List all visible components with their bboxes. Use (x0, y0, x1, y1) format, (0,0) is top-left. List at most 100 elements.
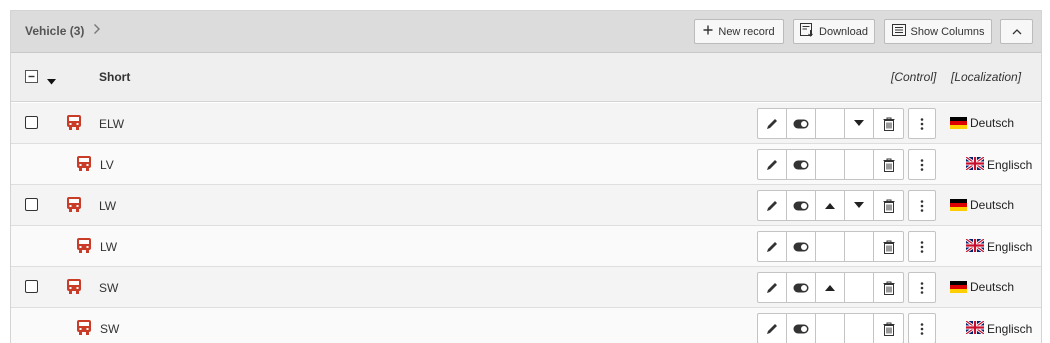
toggle-visibility-button[interactable] (787, 109, 816, 138)
language-indicator: Deutsch (950, 116, 1014, 130)
vehicle-icon (66, 114, 82, 131)
row-short-label[interactable]: SW (100, 322, 119, 336)
row-short-label[interactable]: LW (99, 199, 116, 213)
toggle-icon (793, 201, 809, 210)
table-row: LW Deutsch (11, 185, 1041, 226)
caret-down-icon[interactable] (47, 74, 56, 88)
toggle-icon (793, 324, 809, 333)
ellipsis-vertical-icon (920, 117, 924, 130)
more-options-button[interactable] (908, 231, 936, 262)
new-record-label: New record (718, 25, 775, 38)
delete-button[interactable] (874, 150, 903, 179)
more-options-button[interactable] (908, 190, 936, 221)
uk-flag-icon (965, 319, 985, 337)
row-actions (757, 231, 936, 262)
row-actions (757, 272, 936, 303)
row-short-label[interactable]: ELW (99, 117, 124, 131)
column-header-row: Short [Control] [Localization] (11, 53, 1041, 102)
pencil-icon (767, 323, 777, 334)
select-all-checkbox[interactable] (25, 70, 38, 83)
column-header-localization: [Localization] (951, 70, 1022, 84)
delete-button[interactable] (874, 232, 903, 261)
move-up-button[interactable] (816, 191, 845, 220)
ellipsis-vertical-icon (920, 322, 924, 335)
toggle-visibility-button[interactable] (787, 232, 816, 261)
toggle-visibility-button[interactable] (787, 314, 816, 343)
language-label: Englisch (987, 240, 1033, 254)
language-label: Deutsch (970, 280, 1015, 294)
move-down-button[interactable] (845, 191, 874, 220)
delete-button[interactable] (874, 273, 903, 302)
chevron-right-icon[interactable] (93, 23, 101, 38)
uk-flag-icon (965, 237, 985, 255)
toggle-visibility-button[interactable] (787, 273, 816, 302)
table-row: ELW Deutsch (11, 103, 1041, 144)
more-options-button[interactable] (908, 108, 936, 139)
row-actions (757, 108, 936, 139)
move-up-button[interactable] (816, 273, 845, 302)
move-up-button-placeholder (816, 314, 845, 343)
edit-button[interactable] (758, 314, 787, 343)
row-actions (757, 190, 936, 221)
trash-icon (883, 240, 894, 254)
language-indicator: Deutsch (950, 280, 1014, 294)
table-row: LV Englisch (11, 144, 1041, 185)
delete-button[interactable] (874, 109, 903, 138)
toggle-visibility-button[interactable] (787, 150, 816, 179)
language-label: Deutsch (970, 198, 1015, 212)
language-label: Englisch (987, 322, 1033, 336)
row-checkbox[interactable] (25, 280, 38, 293)
toggle-icon (793, 242, 809, 251)
pencil-icon (767, 118, 777, 129)
caret-up-icon (825, 203, 835, 209)
table-row: SW Englisch (11, 308, 1041, 343)
delete-button[interactable] (874, 314, 903, 343)
panel-header: Vehicle (3) New record Download Show Col… (11, 11, 1041, 53)
row-checkbox[interactable] (25, 198, 38, 211)
row-short-label[interactable]: LW (100, 240, 117, 254)
edit-button[interactable] (758, 191, 787, 220)
language-indicator: Englisch (965, 155, 1033, 173)
pencil-icon (767, 200, 777, 211)
uk-flag-icon (965, 155, 985, 173)
trash-icon (883, 199, 894, 213)
column-header-short[interactable]: Short (99, 70, 130, 84)
new-record-button[interactable]: New record (694, 19, 784, 44)
ellipsis-vertical-icon (920, 281, 924, 294)
delete-button[interactable] (874, 191, 903, 220)
download-button[interactable]: Download (793, 19, 875, 44)
row-checkbox[interactable] (25, 116, 38, 129)
row-short-label[interactable]: SW (99, 281, 118, 295)
download-icon (800, 23, 814, 40)
de-flag-icon (950, 281, 967, 293)
edit-button[interactable] (758, 273, 787, 302)
collapse-button[interactable] (1000, 19, 1033, 44)
more-options-button[interactable] (908, 313, 936, 343)
move-up-button-placeholder (816, 150, 845, 179)
move-down-button-placeholder (845, 314, 874, 343)
move-down-button-placeholder (845, 232, 874, 261)
language-label: Deutsch (970, 116, 1015, 130)
more-options-button[interactable] (908, 149, 936, 180)
ellipsis-vertical-icon (920, 199, 924, 212)
edit-button[interactable] (758, 109, 787, 138)
show-columns-label: Show Columns (910, 25, 985, 38)
plus-icon (703, 25, 713, 38)
vehicle-icon (76, 319, 92, 336)
move-up-button-placeholder (816, 232, 845, 261)
table-title[interactable]: Vehicle (3) (25, 24, 84, 38)
move-down-button[interactable] (845, 109, 874, 138)
language-label: Englisch (987, 158, 1033, 172)
more-options-button[interactable] (908, 272, 936, 303)
vehicle-list-panel: Vehicle (3) New record Download Show Col… (10, 10, 1042, 343)
chevron-up-icon (1012, 26, 1022, 38)
show-columns-button[interactable]: Show Columns (884, 19, 992, 44)
pencil-icon (767, 282, 777, 293)
edit-button[interactable] (758, 150, 787, 179)
toggle-visibility-button[interactable] (787, 191, 816, 220)
caret-up-icon (825, 285, 835, 291)
row-short-label[interactable]: LV (100, 158, 114, 172)
row-actions (757, 313, 936, 343)
move-down-button-placeholder (845, 273, 874, 302)
edit-button[interactable] (758, 232, 787, 261)
